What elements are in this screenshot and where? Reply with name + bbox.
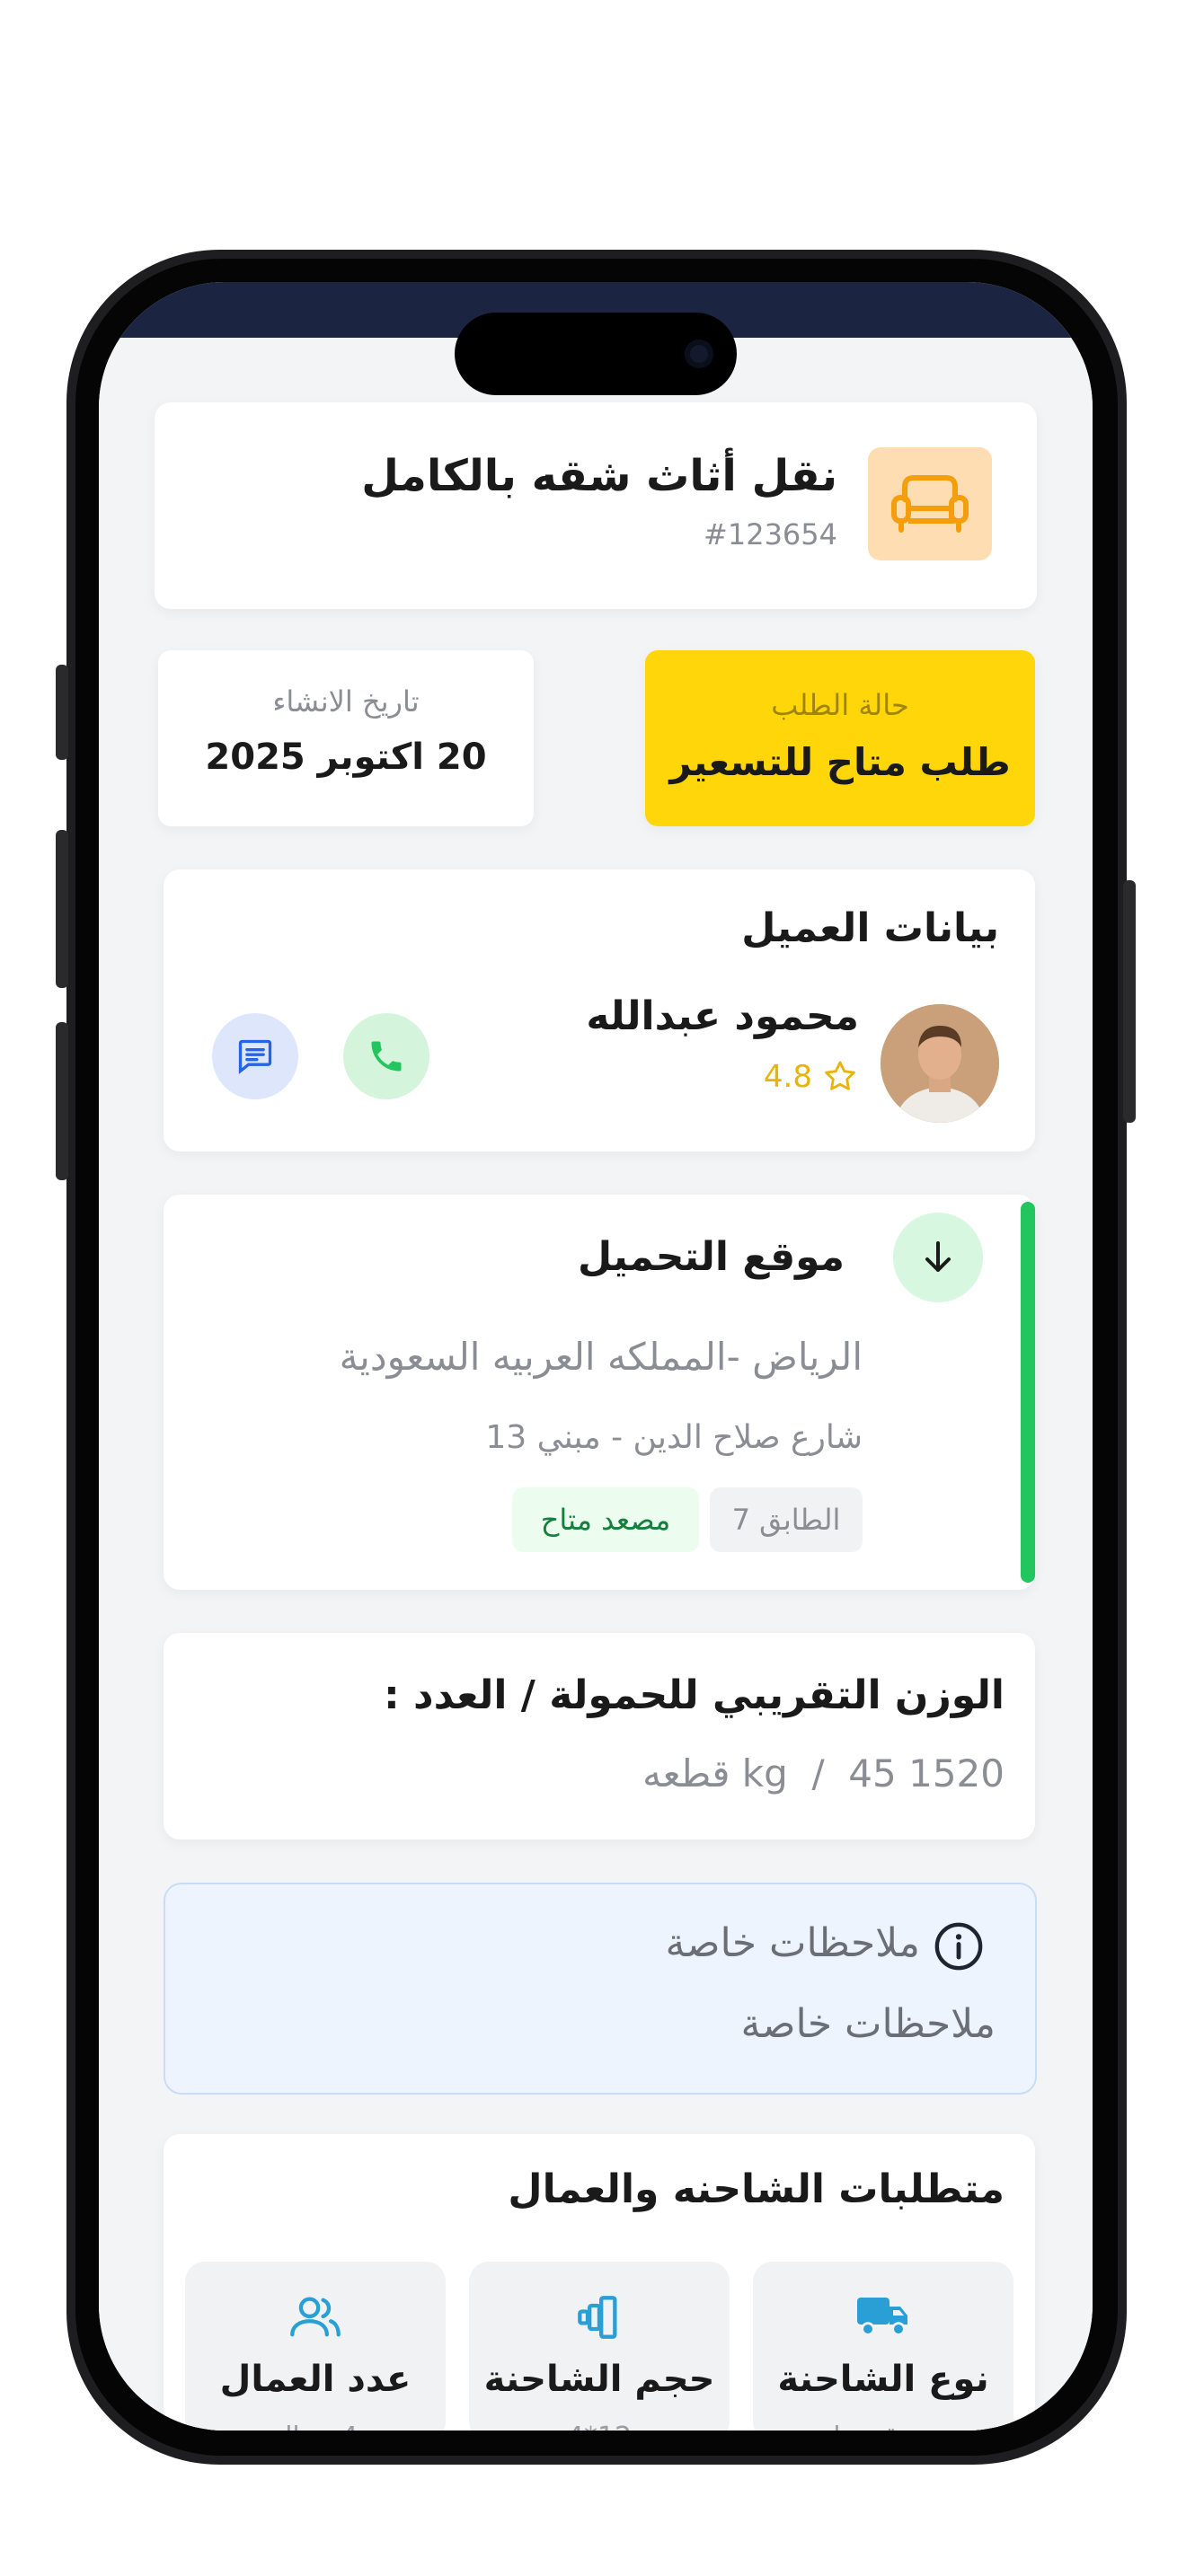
customer-card: بيانات العميل محمود عبدالله 4.8 — [164, 869, 1035, 1151]
volume-down-button — [56, 1022, 68, 1180]
volume-up-button — [56, 830, 68, 988]
notes-card: ملاحظات خاصة ملاحظات خاصة — [164, 1883, 1037, 2095]
avatar — [881, 1004, 999, 1123]
loading-title: موقع التحميل — [577, 1234, 845, 1280]
call-button[interactable] — [343, 1013, 429, 1099]
created-value: 20 اكتوبر 2025 — [205, 737, 487, 778]
weight-value: 1520 kg / 45 قطعه — [642, 1751, 1005, 1795]
action-button — [56, 665, 68, 760]
power-button — [1123, 880, 1136, 1123]
order-header-card: نقل أثاث شقه بالكامل #123654 — [155, 402, 1037, 609]
weight-card: الوزن التقريبي للحمولة / العدد : 1520 kg… — [164, 1633, 1035, 1839]
floor-chip: الطابق 7 — [710, 1487, 863, 1552]
sofa-icon — [868, 447, 992, 560]
loading-location-card: موقع التحميل الرياض -المملكه العربيه الس… — [164, 1195, 1035, 1590]
customer-section-title: بيانات العميل — [741, 905, 999, 951]
status-value: طلب متاح للتسعير — [669, 740, 1011, 784]
status-card: حالة الطلب طلب متاح للتسعير — [645, 650, 1035, 826]
created-date-card: تاريخ الانشاء 20 اكتوبر 2025 — [158, 650, 534, 826]
status-label: حالة الطلب — [771, 688, 909, 722]
elevator-chip: مصعد متاح — [512, 1487, 699, 1552]
location-accent-bar — [1021, 1202, 1035, 1583]
star-icon — [825, 1061, 855, 1090]
customer-name: محمود عبدالله — [586, 993, 859, 1039]
rating-value: 4.8 — [763, 1059, 812, 1095]
info-icon — [933, 1920, 985, 1976]
weight-title: الوزن التقريبي للحمولة / العدد : — [384, 1672, 1005, 1718]
dynamic-island — [455, 313, 737, 395]
chat-icon — [238, 1039, 272, 1074]
bezel-bottom — [75, 2430, 1118, 2456]
order-title: نقل أثاث شقه بالكامل — [361, 451, 837, 501]
download-arrow-icon — [893, 1213, 983, 1302]
loading-city: الرياض -المملكه العربيه السعودية — [339, 1335, 863, 1379]
created-label: تاريخ الانشاء — [272, 684, 420, 719]
message-button[interactable] — [212, 1013, 298, 1099]
customer-rating: 4.8 — [764, 1058, 859, 1096]
loading-street: شارع صلاح الدين - مبني 13 — [485, 1419, 863, 1456]
phone-icon — [371, 1041, 402, 1072]
notes-body: ملاحظات خاصة — [740, 2001, 996, 2047]
notes-title: ملاحظات خاصة — [665, 1920, 921, 1966]
order-number: #123654 — [704, 517, 837, 551]
